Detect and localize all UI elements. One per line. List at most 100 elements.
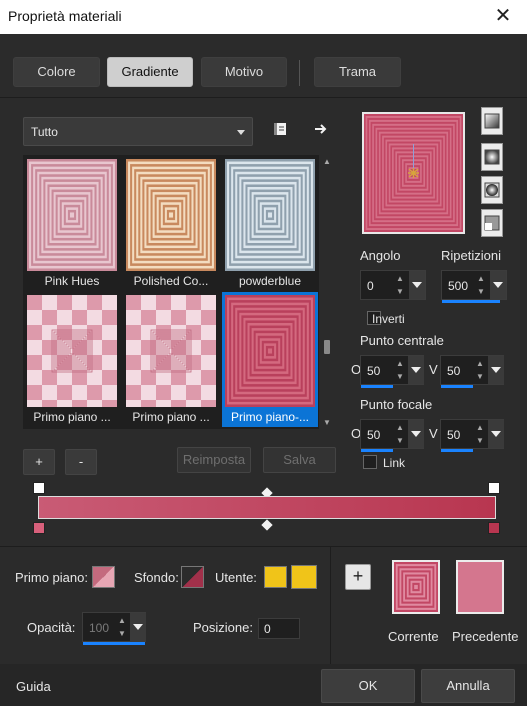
- angle-stepper[interactable]: ▲ ▼: [394, 272, 406, 298]
- foreground-swatch[interactable]: [92, 566, 115, 588]
- center-o-value: 50: [367, 364, 381, 378]
- background-swatch[interactable]: [181, 566, 204, 588]
- focal-o-spinner[interactable]: 50 ▲ ▼: [360, 419, 424, 452]
- opacity-label: Opacità:: [27, 620, 76, 635]
- angle-spinner[interactable]: 0 ▲ ▼: [360, 270, 426, 300]
- tab-motivo[interactable]: Motivo: [201, 57, 287, 87]
- center-v-value: 50: [447, 364, 461, 378]
- scroll-up-icon[interactable]: ▲: [323, 157, 331, 166]
- angle-value: 0: [367, 279, 374, 293]
- color-midpoint-icon[interactable]: [261, 519, 273, 531]
- cancel-button[interactable]: Annulla: [421, 669, 515, 703]
- preview-canvas: [364, 114, 463, 232]
- user-swatch[interactable]: [264, 566, 287, 588]
- gallery-item[interactable]: powderblue: [222, 156, 318, 291]
- title-bar: Proprietà materiali ✕: [0, 0, 527, 34]
- scroll-down-icon[interactable]: ▼: [323, 418, 331, 427]
- center-v-dropdown[interactable]: [488, 356, 504, 384]
- center-o-dropdown[interactable]: [408, 356, 424, 384]
- position-label: Posizione:: [193, 620, 253, 635]
- focal-o-dropdown[interactable]: [408, 420, 424, 448]
- divider: [0, 546, 527, 547]
- tab-colore[interactable]: Colore: [13, 57, 100, 87]
- position-value: 0: [264, 622, 271, 636]
- library-icon[interactable]: [272, 121, 288, 137]
- close-icon[interactable]: ✕: [490, 4, 516, 28]
- center-v-spinner[interactable]: 50 ▲ ▼: [440, 355, 504, 388]
- ok-button[interactable]: OK: [321, 669, 415, 703]
- arrow-right-icon[interactable]: [313, 121, 329, 137]
- current-material-swatch[interactable]: [392, 560, 440, 614]
- gradient-thumbnail: [225, 159, 315, 271]
- opacity-dropdown[interactable]: [130, 613, 146, 641]
- add-swatch-button[interactable]: +: [345, 564, 371, 590]
- center-v-stepper[interactable]: ▲ ▼: [474, 357, 486, 383]
- center-o-slider-bar[interactable]: [361, 385, 393, 388]
- gallery-item-selected[interactable]: Primo piano-...: [222, 292, 318, 427]
- position-input[interactable]: 0: [258, 618, 300, 639]
- gallery-scrollbar[interactable]: ▲ ▼: [321, 155, 333, 429]
- current-label: Corrente: [388, 629, 439, 644]
- color-stop-end-icon[interactable]: [488, 522, 500, 534]
- gallery-item[interactable]: Polished Co...: [123, 156, 219, 291]
- tab-divider: [299, 60, 300, 86]
- center-o-spinner[interactable]: 50 ▲ ▼: [360, 355, 424, 388]
- center-v-slider-bar[interactable]: [441, 385, 473, 388]
- style-sunburst-button[interactable]: [481, 209, 503, 237]
- add-gradient-button[interactable]: +: [23, 449, 55, 475]
- repeats-value: 500: [448, 279, 469, 293]
- center-point-label: Punto centrale: [360, 333, 444, 348]
- angle-dropdown[interactable]: [409, 271, 425, 299]
- help-link[interactable]: Guida: [16, 679, 51, 694]
- gallery-item-label: powderblue: [238, 274, 302, 288]
- opacity-spinner[interactable]: 100 ▲ ▼: [82, 612, 146, 645]
- gallery-item[interactable]: Primo piano ...: [123, 292, 219, 427]
- focal-v-value: 50: [447, 428, 461, 442]
- scroll-thumb[interactable]: [324, 340, 330, 354]
- gradient-preview[interactable]: [362, 112, 465, 234]
- gallery-item[interactable]: Pink Hues: [24, 156, 120, 291]
- center-o-stepper[interactable]: ▲ ▼: [394, 357, 406, 383]
- category-select-value: Tutto: [31, 125, 58, 139]
- focal-o-slider-bar[interactable]: [361, 449, 393, 452]
- gradient-thumbnail: [27, 295, 117, 415]
- focal-v-stepper[interactable]: ▲ ▼: [474, 421, 486, 447]
- link-checkbox[interactable]: [363, 455, 377, 469]
- repeats-spinner[interactable]: 500 ▲ ▼: [441, 270, 507, 303]
- current-material-preview: [394, 562, 438, 612]
- gradient-thumbnail: [225, 295, 315, 407]
- previous-material-swatch[interactable]: [456, 560, 504, 614]
- gallery-item-label: Pink Hues: [44, 274, 100, 288]
- category-select[interactable]: Tutto: [23, 117, 253, 146]
- gallery-item-label: Primo piano ...: [132, 410, 210, 424]
- gradient-bar[interactable]: [38, 496, 496, 519]
- style-rectangular-button[interactable]: [481, 143, 503, 171]
- focal-v-dropdown[interactable]: [488, 420, 504, 448]
- focal-o-stepper[interactable]: ▲ ▼: [394, 421, 406, 447]
- color-stop-start-icon[interactable]: [33, 522, 45, 534]
- angle-label: Angolo: [360, 248, 401, 263]
- gallery-item[interactable]: Primo piano ...: [24, 292, 120, 427]
- gradient-gallery: Pink Hues Polished Co... powderblue Prim…: [23, 155, 319, 429]
- foreground-label: Primo piano:: [15, 570, 88, 585]
- repeats-stepper[interactable]: ▲ ▼: [475, 272, 487, 298]
- tab-gradiente[interactable]: Gradiente: [107, 57, 193, 87]
- style-radial-button[interactable]: [481, 176, 503, 204]
- top-left-stop-icon[interactable]: [33, 482, 45, 494]
- reset-button[interactable]: Reimposta: [177, 447, 251, 473]
- center-v-label: V: [429, 362, 438, 377]
- remove-gradient-button[interactable]: -: [65, 449, 97, 475]
- style-linear-button[interactable]: [481, 107, 503, 135]
- focal-v-slider-bar[interactable]: [441, 449, 473, 452]
- save-button[interactable]: Salva: [263, 447, 336, 473]
- opacity-stepper[interactable]: ▲ ▼: [116, 614, 128, 640]
- repeats-slider-bar[interactable]: [442, 300, 500, 303]
- focal-v-spinner[interactable]: 50 ▲ ▼: [440, 419, 504, 452]
- tab-trama[interactable]: Trama: [314, 57, 401, 87]
- repeats-dropdown[interactable]: [490, 271, 506, 299]
- top-right-stop-icon[interactable]: [488, 482, 500, 494]
- window-title: Proprietà materiali: [8, 8, 122, 24]
- user-swatch-large[interactable]: [291, 565, 317, 589]
- opacity-slider-bar[interactable]: [83, 642, 145, 645]
- gradient-thumbnail: [126, 295, 216, 415]
